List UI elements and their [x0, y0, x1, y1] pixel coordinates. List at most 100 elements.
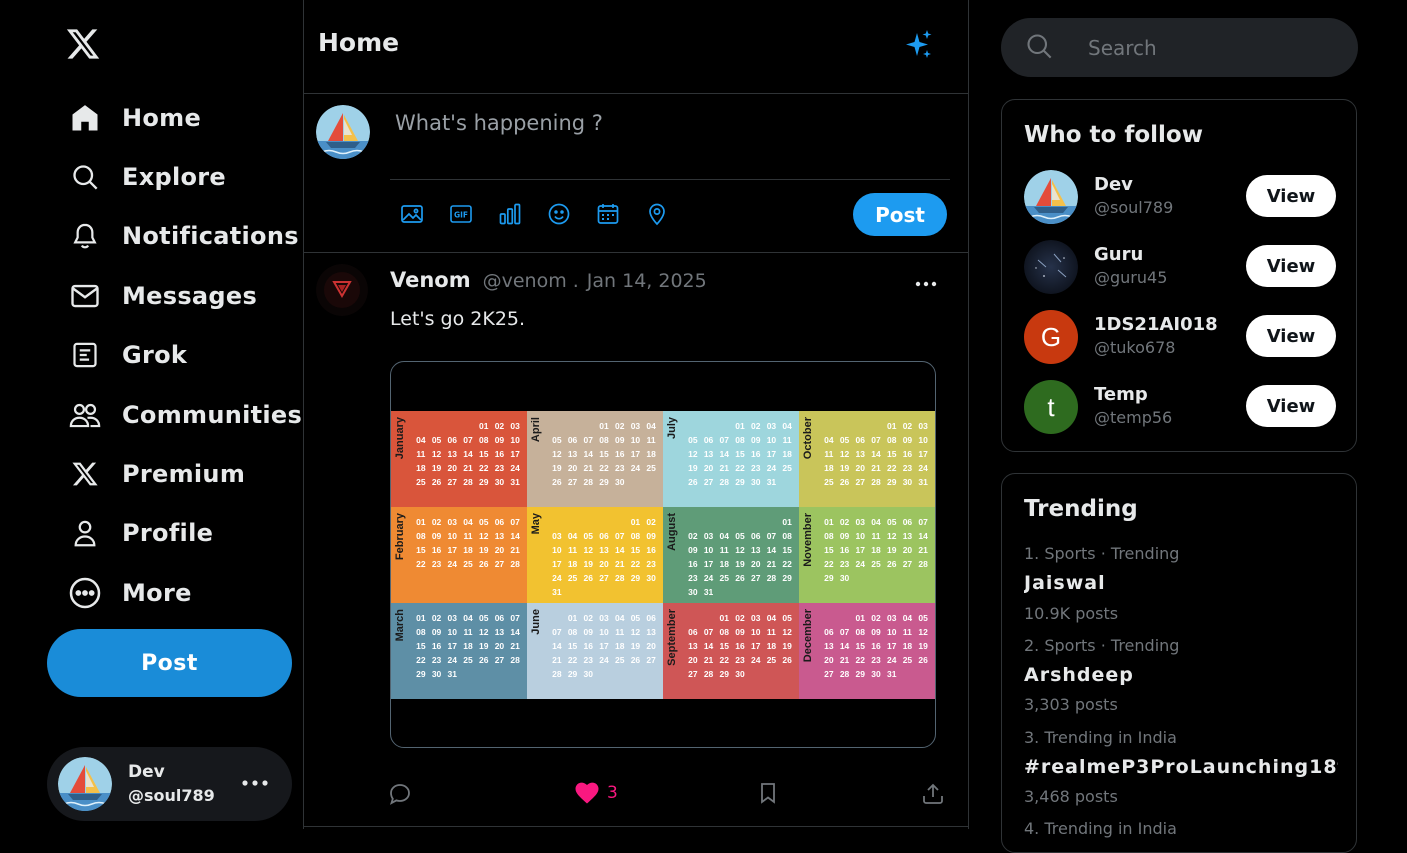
share-icon[interactable] [921, 782, 945, 806]
calendar-day: 15 [416, 641, 426, 651]
search-bar[interactable] [1001, 18, 1358, 77]
tweet-author-handle[interactable]: @venom . [483, 270, 579, 292]
view-button[interactable]: View [1246, 315, 1336, 357]
compose-post-button[interactable]: Post [853, 193, 947, 236]
page-title: Home [318, 28, 400, 57]
calendar-day: 22 [855, 655, 866, 665]
view-button[interactable]: View [1246, 175, 1336, 217]
view-button[interactable]: View [1246, 385, 1336, 427]
home-icon [67, 100, 103, 136]
calendar-day: 04 [766, 613, 777, 623]
calendar-day: 02 [583, 613, 594, 623]
calendar-month-name: March [394, 609, 406, 642]
calendar-blank [549, 421, 565, 431]
schedule-icon[interactable] [594, 200, 622, 228]
bookmark-icon[interactable] [758, 782, 778, 804]
nav-label: More [122, 579, 192, 607]
calendar-day: 28 [510, 655, 520, 665]
calendar-day: 11 [615, 627, 625, 637]
calendar-day: 04 [416, 435, 426, 445]
nav-item-profile[interactable]: Profile [67, 511, 213, 555]
reply-icon[interactable] [388, 782, 412, 806]
calendar-blank [685, 613, 701, 623]
calendar-month-name: December [802, 609, 814, 663]
calendar-day: 27 [494, 559, 505, 569]
calendar-day: 03 [918, 421, 928, 431]
calendar-day: 27 [447, 477, 458, 487]
nav-item-notifications[interactable]: Notifications [67, 214, 299, 258]
trend-name[interactable]: Arshdeep [1024, 664, 1338, 686]
location-icon[interactable] [643, 200, 671, 228]
calendar-day: 14 [463, 449, 473, 459]
trend-name[interactable]: #realmeP3ProLaunching18th [1024, 756, 1338, 778]
calendar-month-name: August [666, 513, 678, 551]
nav-item-explore[interactable]: Explore [67, 155, 226, 199]
calendar-day: 20 [855, 463, 866, 473]
tweet-actions: 3 [388, 782, 944, 810]
follow-suggestion[interactable]: t Temp @temp56 View [1024, 380, 1336, 434]
calendar-day: 04 [902, 613, 913, 623]
calendar-day: 13 [447, 449, 458, 459]
calendar-day: 12 [552, 449, 562, 459]
gif-icon[interactable]: GIF [447, 200, 475, 228]
calendar-day: 12 [918, 627, 928, 637]
calendar-day: 23 [583, 655, 594, 665]
calendar-day: 16 [871, 641, 881, 651]
tweet-date[interactable]: Jan 14, 2025 [587, 270, 707, 292]
calendar-day: 29 [478, 477, 489, 487]
follow-suggestion[interactable]: G 1DS21AI018 @tuko678 View [1024, 310, 1336, 364]
calendar-day: 21 [766, 559, 777, 569]
calendar-days: 01 02 03 04 05 06 07 08 09 10 11 12 13 14 15 16 17 18 19 20… [685, 517, 795, 597]
poll-icon[interactable] [496, 200, 524, 228]
more-dots-icon[interactable] [915, 272, 937, 291]
follow-handle: @guru45 [1094, 268, 1168, 287]
calendar-day: 15 [782, 545, 792, 555]
x-logo-icon[interactable] [64, 26, 102, 62]
follow-suggestion[interactable]: Dev @soul789 View [1024, 170, 1336, 224]
nav-item-messages[interactable]: Messages [67, 274, 257, 318]
calendar-day: 11 [871, 531, 881, 541]
more-dots-icon[interactable] [242, 772, 268, 791]
calendar-day: 13 [824, 641, 834, 651]
tweet-author-name[interactable]: Venom [390, 268, 471, 292]
nav-item-more[interactable]: More [67, 571, 192, 615]
calendar-day: 22 [719, 655, 730, 665]
calendar-day: 01 [630, 517, 641, 527]
nav-item-communities[interactable]: Communities [67, 393, 302, 437]
image-icon[interactable] [398, 200, 426, 228]
avatar: G [1024, 310, 1078, 364]
calendar-day: 25 [567, 573, 578, 583]
tweet-media[interactable]: January 01 02 03 04 05 06 07 08 09 10 11 12 13 14 15 16 1… [390, 361, 936, 748]
calendar-day: 01 [567, 613, 578, 623]
view-button[interactable]: View [1246, 245, 1336, 287]
calendar-day: 29 [782, 573, 792, 583]
emoji-icon[interactable] [545, 200, 573, 228]
account-switcher[interactable]: Dev @soul789 [47, 747, 292, 821]
calendar-day: 22 [416, 655, 426, 665]
calendar-day: 20 [824, 655, 834, 665]
bell-icon [67, 218, 103, 254]
calendar-day: 27 [599, 573, 609, 583]
nav-item-grok[interactable]: Grok [67, 333, 187, 377]
calendar-day: 09 [839, 531, 850, 541]
compose-input[interactable] [390, 106, 950, 180]
calendar-day: 03 [855, 517, 866, 527]
calendar-month: December 01 02 03 04 05 06 07 08 09 10 11 12 13 14 15 16… [799, 603, 935, 699]
trend-name[interactable]: Jaiswal [1024, 572, 1338, 594]
post-button[interactable]: Post [47, 629, 292, 697]
calendar-day: 26 [839, 477, 850, 487]
avatar[interactable] [316, 264, 368, 316]
nav-item-home[interactable]: Home [67, 96, 201, 140]
calendar-day: 16 [735, 641, 745, 651]
like-button[interactable]: 3 [575, 782, 618, 804]
calendar-day: 26 [735, 573, 745, 583]
follow-name: 1DS21AI018 [1094, 314, 1218, 335]
calendar-day: 04 [614, 613, 625, 623]
search-input[interactable] [1086, 34, 1330, 61]
calendar-day: 04 [782, 421, 792, 431]
follow-suggestion[interactable]: Guru @guru45 View [1024, 240, 1336, 294]
calendar-day: 07 [918, 517, 928, 527]
calendar-day: 26 [782, 655, 792, 665]
nav-item-premium[interactable]: Premium [67, 452, 245, 496]
sparkle-icon[interactable] [905, 29, 933, 65]
